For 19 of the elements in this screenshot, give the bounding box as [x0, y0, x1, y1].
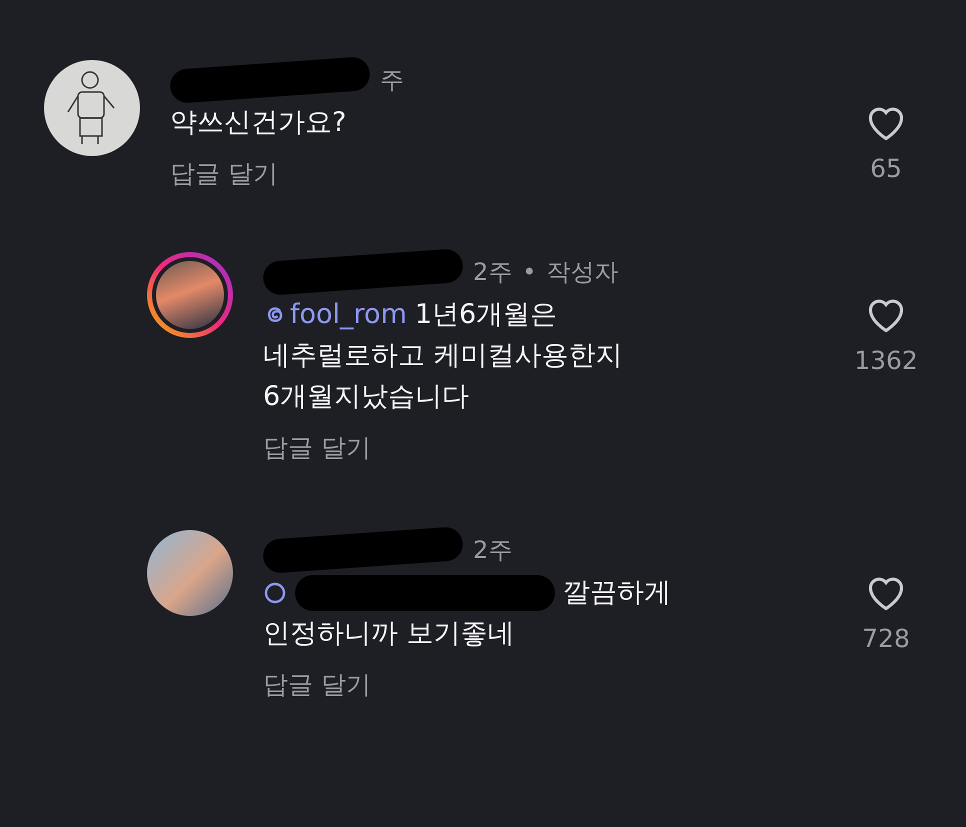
comment-text: 6개월지났습니다: [263, 380, 470, 414]
comment-text: 1년6개월은: [414, 298, 558, 332]
reply-button[interactable]: 답글 달기: [263, 668, 371, 701]
like-count: 728: [862, 624, 910, 653]
separator-dot: •: [522, 258, 536, 286]
comment-text: 네추럴로하고 케미컬사용한지: [263, 339, 623, 373]
comment-time: 2주: [473, 535, 512, 566]
author-label: 작성자: [546, 257, 618, 288]
comment-text: 깔끔하게: [563, 576, 671, 610]
reply-button[interactable]: 답글 달기: [170, 157, 278, 190]
reply-button[interactable]: 답글 달기: [263, 431, 371, 464]
comment-time: 2주: [473, 257, 512, 288]
mention-link[interactable]: fool_rom: [263, 294, 407, 335]
comment-text: 약쓰신건가요?: [170, 106, 346, 140]
comment-text: 인정하니까 보기좋네: [263, 617, 515, 651]
mention-icon: [263, 580, 287, 604]
like-count: 1362: [854, 346, 918, 375]
like-count: 65: [870, 154, 902, 183]
comment-time: 주: [380, 65, 404, 96]
